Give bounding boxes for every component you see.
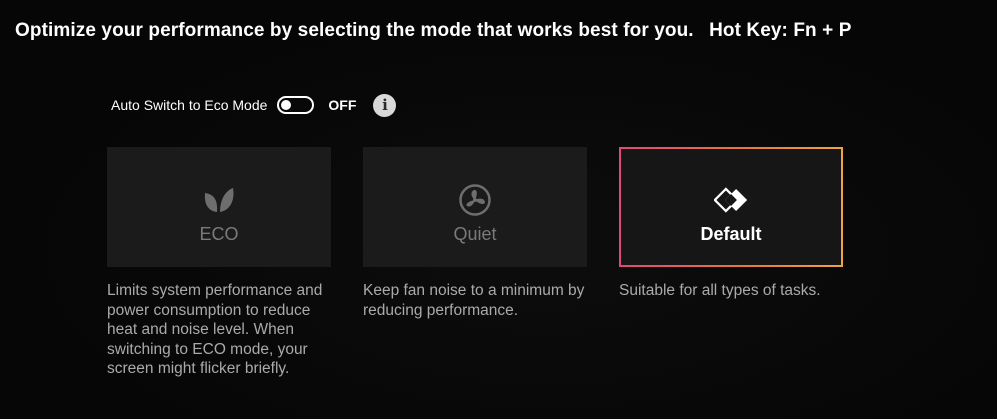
auto-switch-toggle[interactable]	[277, 96, 315, 114]
mode-card-eco[interactable]: ECO	[107, 147, 331, 267]
mode-desc-eco: Limits system performance and power cons…	[107, 282, 323, 377]
mode-eco: ECO Limits system performance and power …	[107, 147, 331, 379]
mode-quiet: Quiet Keep fan noise to a minimum by red…	[363, 147, 587, 320]
mode-desc-default: Suitable for all types of tasks.	[619, 282, 821, 299]
mode-title-default: Default	[700, 224, 762, 244]
toggle-state-label: OFF	[328, 97, 357, 113]
mode-desc-quiet: Keep fan noise to a minimum by reducing …	[363, 282, 585, 319]
mode-card-quiet[interactable]: Quiet	[363, 147, 587, 267]
performance-mode-page: Optimize your performance by selecting t…	[0, 0, 997, 419]
headline-text: Optimize your performance by selecting t…	[15, 20, 694, 41]
page-headline: Optimize your performance by selecting t…	[15, 20, 852, 42]
mode-title-eco: ECO	[199, 224, 239, 244]
mode-card-default[interactable]: Default	[619, 147, 843, 267]
hotkey-text: Hot Key: Fn + P	[709, 20, 852, 41]
leaf-icon	[202, 183, 236, 217]
auto-switch-row: Auto Switch to Eco Mode OFF i	[111, 93, 397, 117]
mode-default: Default Suitable for all types of tasks.	[619, 147, 843, 301]
fan-icon	[458, 183, 492, 217]
mode-title-quiet: Quiet	[453, 224, 497, 244]
auto-switch-label: Auto Switch to Eco Mode	[111, 97, 268, 113]
diamond-icon	[714, 183, 748, 217]
toggle-knob	[281, 100, 292, 110]
info-icon[interactable]: i	[373, 93, 397, 117]
